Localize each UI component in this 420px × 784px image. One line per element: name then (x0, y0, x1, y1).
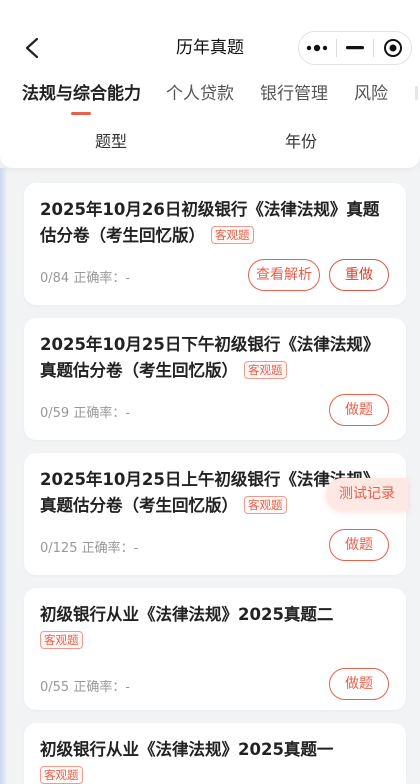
test-record-button[interactable]: 测试记录 (326, 478, 408, 510)
objective-tag: 客观题 (211, 226, 254, 244)
paper-card[interactable]: 初级银行从业《法律法规》2025真题二 客观题 0/55 正确率：- 做题 (24, 588, 406, 710)
objective-tag: 客观题 (244, 496, 287, 514)
tab-bank-management[interactable]: 银行管理 (260, 78, 328, 118)
mini-program-capsule (298, 31, 412, 65)
chevron-left-icon (25, 37, 39, 59)
do-exercise-button[interactable]: 做题 (329, 668, 389, 700)
active-tab-indicator (71, 112, 91, 115)
objective-tag: 客观题 (40, 766, 83, 784)
back-button[interactable] (18, 34, 46, 62)
filter-bar: 题型 年份 (0, 124, 420, 160)
tab-personal-loan[interactable]: 个人贷款 (166, 78, 234, 118)
do-exercise-button[interactable]: 做题 (329, 394, 389, 426)
target-circle-icon (383, 39, 402, 57)
minimize-button[interactable] (337, 32, 374, 64)
paper-title: 初级银行从业《法律法规》2025真题一 客观题 (40, 740, 334, 784)
more-button[interactable] (299, 32, 336, 64)
page-header: 历年真题 法规与综合能力 个人贷款 银行管理 风险 题型 年份 (0, 0, 420, 168)
paper-progress: 0/84 正确率：- (40, 271, 131, 286)
paper-progress: 0/59 正确率：- (40, 406, 131, 421)
paper-progress: 0/125 正确率：- (40, 541, 139, 556)
paper-title: 2025年10月26日初级银行《法律法规》真题估分卷（考生回忆版） 客观题 (40, 200, 380, 245)
tab-risk[interactable]: 风险 (354, 78, 388, 118)
filter-year[interactable]: 年份 (196, 124, 406, 160)
paper-progress: 0/55 正确率：- (40, 680, 131, 695)
filter-question-type[interactable]: 题型 (6, 124, 216, 160)
minimize-icon (346, 46, 364, 50)
nav-bar: 历年真题 (0, 28, 420, 68)
close-button[interactable] (374, 32, 411, 64)
objective-tag: 客观题 (40, 631, 83, 649)
paper-card[interactable]: 2025年10月25日下午初级银行《法律法规》真题估分卷（考生回忆版） 客观题 0… (24, 318, 406, 440)
paper-card[interactable]: 2025年10月26日初级银行《法律法规》真题估分卷（考生回忆版） 客观题 0/8… (24, 183, 406, 305)
subject-tabs: 法规与综合能力 个人贷款 银行管理 风险 (0, 78, 420, 118)
paper-title: 2025年10月25日下午初级银行《法律法规》真题估分卷（考生回忆版） 客观题 (40, 335, 380, 380)
paper-card[interactable]: 2025年10月25日上午初级银行《法律法规》真题估分卷（考生回忆版） 客观题 0… (24, 453, 406, 575)
do-exercise-button[interactable]: 做题 (329, 529, 389, 561)
paper-title: 初级银行从业《法律法规》2025真题二 客观题 (40, 605, 334, 649)
view-analysis-button[interactable]: 查看解析 (248, 259, 320, 291)
paper-card[interactable]: 初级银行从业《法律法规》2025真题一 客观题 (24, 723, 406, 784)
more-dots-icon (307, 44, 328, 52)
objective-tag: 客观题 (244, 361, 287, 379)
redo-button[interactable]: 重做 (329, 259, 389, 291)
left-edge-strip (0, 168, 7, 784)
tab-scroll-indicator (415, 86, 418, 100)
